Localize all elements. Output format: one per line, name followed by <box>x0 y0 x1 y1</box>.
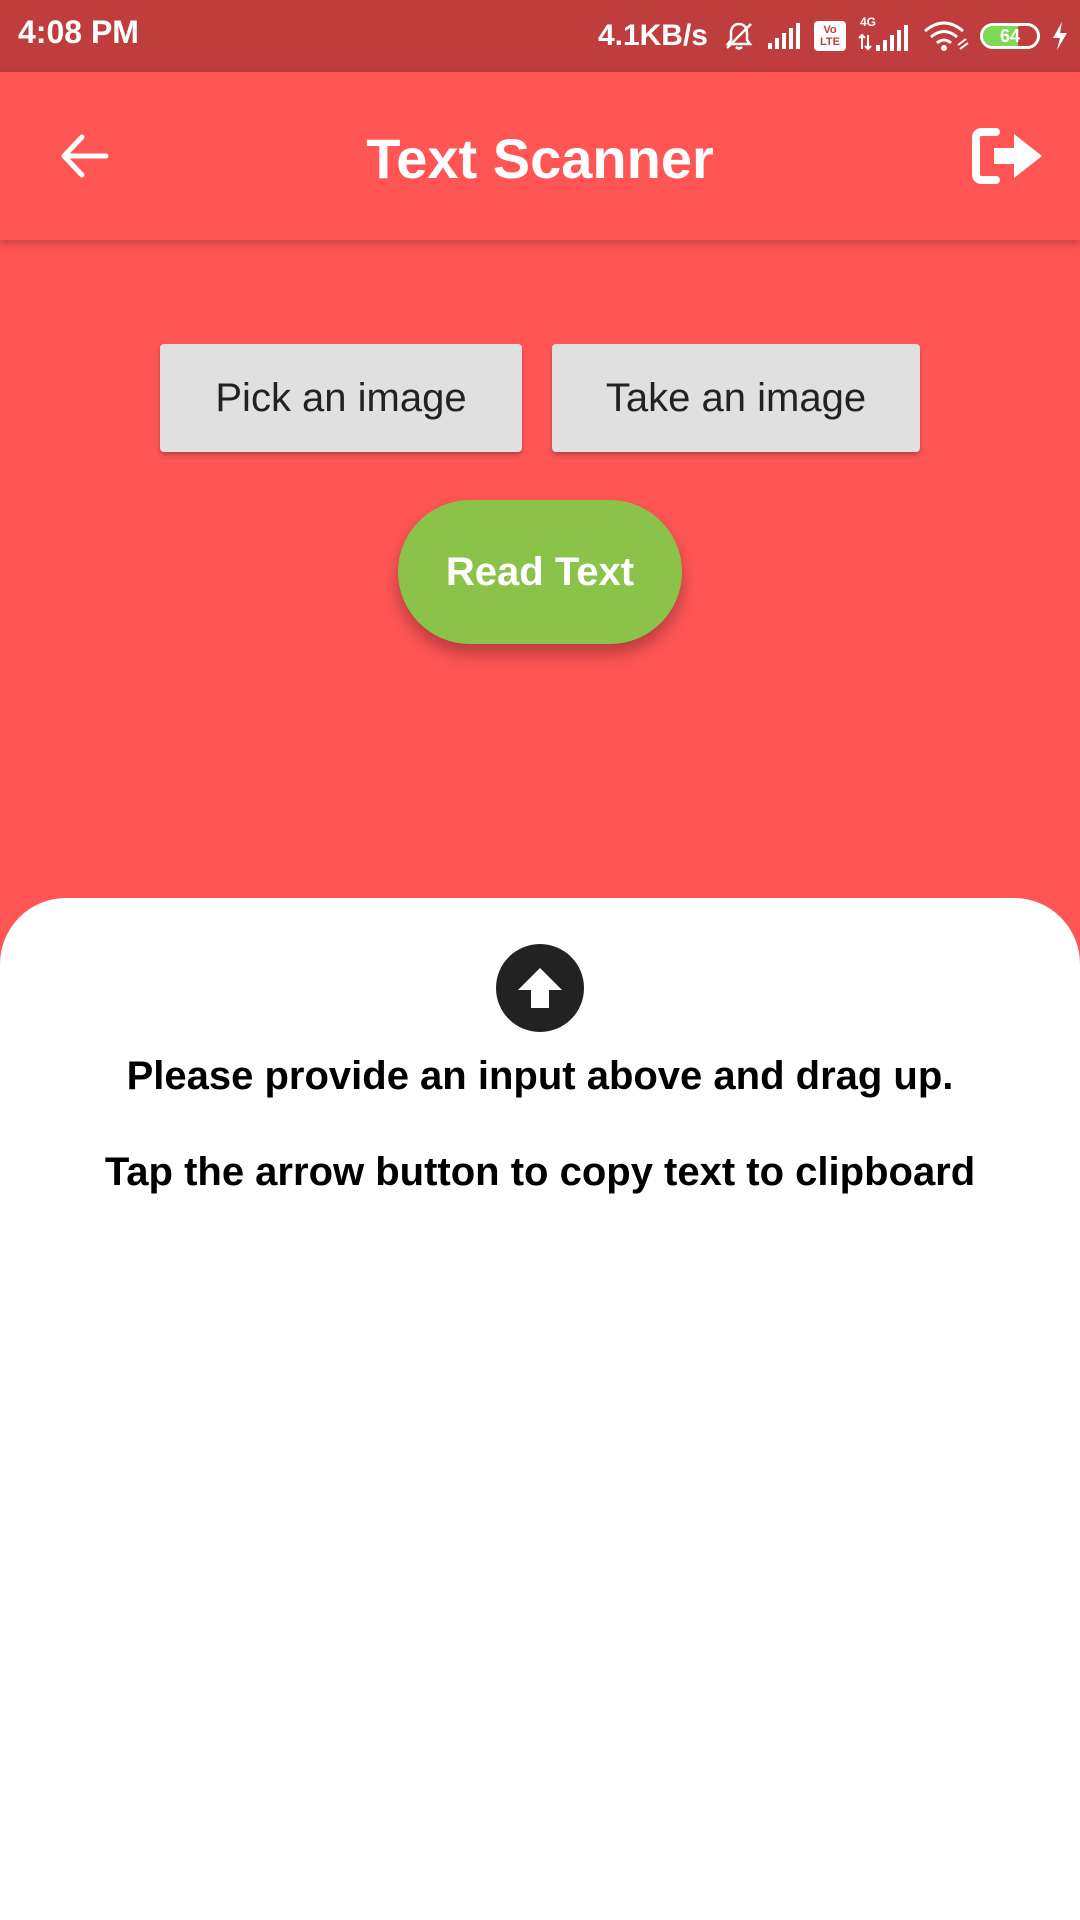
status-icons: 4.1KB/s Vo LTE 4G 64 <box>598 12 1070 60</box>
4g-signal-icon: 4G <box>856 15 912 53</box>
charging-icon <box>1050 20 1070 52</box>
copy-arrow-button[interactable] <box>496 944 584 1032</box>
copy-hint: Tap the arrow button to copy text to cli… <box>104 1150 976 1194</box>
exit-button[interactable] <box>970 120 1050 192</box>
battery-icon: 64 <box>980 23 1040 49</box>
take-image-button[interactable]: Take an image <box>552 344 920 452</box>
network-type: 4G <box>860 15 877 29</box>
status-time: 4:08 PM <box>18 14 139 50</box>
read-text-button[interactable]: Read Text <box>398 500 682 644</box>
signal-icon <box>766 21 804 51</box>
app-bar: Text Scanner <box>0 72 1080 240</box>
image-source-buttons: Pick an image Take an image <box>0 344 1080 452</box>
input-hint: Please provide an input above and drag u… <box>126 1054 954 1098</box>
bottom-sheet[interactable]: Please provide an input above and drag u… <box>0 898 1080 1920</box>
volte-icon: Vo LTE <box>814 21 846 51</box>
status-bar: 4:08 PM 4.1KB/s Vo LTE 4G 64 <box>0 0 1080 72</box>
network-speed: 4.1KB/s <box>597 19 708 52</box>
wifi-icon <box>922 19 970 53</box>
page-title: Text Scanner <box>366 127 714 190</box>
sign-out-icon <box>972 128 1042 184</box>
muted-bell-icon <box>722 19 756 53</box>
pick-image-button[interactable]: Pick an image <box>160 344 522 452</box>
arrow-up-circle-icon <box>518 968 562 1008</box>
